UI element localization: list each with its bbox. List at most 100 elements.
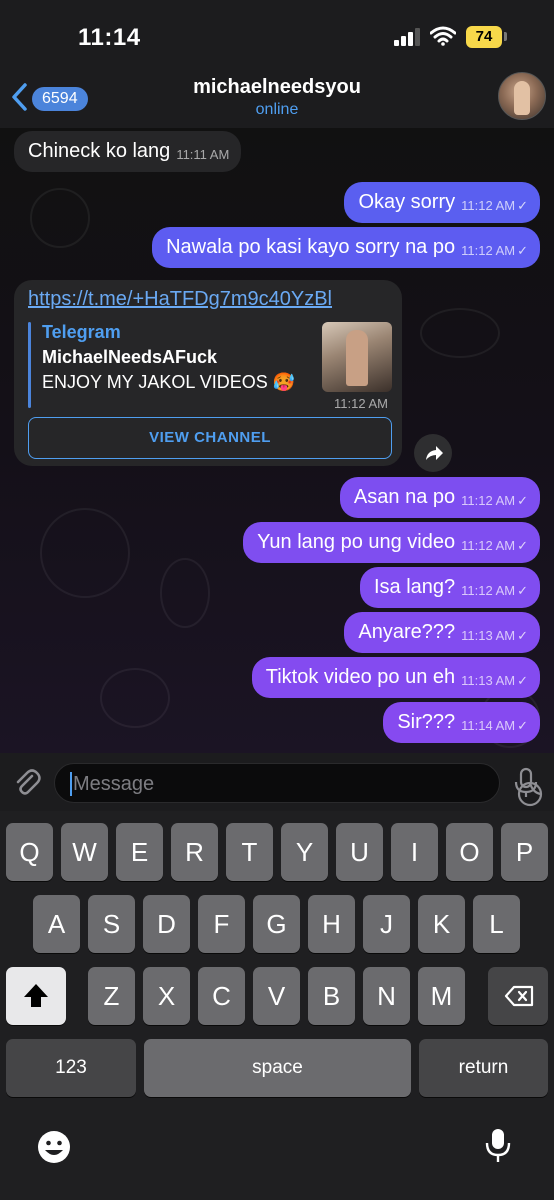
- key-t[interactable]: T: [226, 823, 273, 881]
- key-z[interactable]: Z: [88, 967, 135, 1025]
- message-bubble-outgoing[interactable]: Asan na po 11:12 AM ✓: [339, 477, 540, 518]
- message-time: 11:12 AM: [334, 396, 388, 411]
- message-input[interactable]: Message: [54, 763, 543, 807]
- message-bubble-outgoing[interactable]: Nawala po kasi kayo sorry na po 11:12 AM ✓: [152, 227, 540, 268]
- shift-arrow-icon: [24, 984, 48, 1007]
- preview-description: ENJOY MY JAKOL VIDEOS 🥵: [42, 372, 296, 392]
- microphone-icon[interactable]: [512, 767, 540, 799]
- background-doodle: [420, 308, 500, 358]
- message-text: Asan na po: [353, 486, 456, 508]
- background-doodle: [40, 508, 130, 598]
- shift-key[interactable]: [6, 967, 66, 1025]
- key-v[interactable]: V: [253, 967, 300, 1025]
- key-e[interactable]: E: [116, 823, 163, 881]
- backspace-key[interactable]: [488, 967, 548, 1025]
- message-bubble-outgoing[interactable]: Sir??? 11:14 AM ✓: [383, 702, 540, 743]
- message-text: Sir???: [397, 711, 456, 733]
- preview-site-name: Telegram: [42, 322, 121, 342]
- message-input-bar: Message: [0, 753, 554, 811]
- key-c[interactable]: C: [198, 967, 245, 1025]
- online-status: online: [255, 101, 299, 118]
- message-time: 11:12 AM: [461, 583, 516, 598]
- key-k[interactable]: K: [418, 895, 465, 953]
- emoji-icon[interactable]: [36, 1129, 72, 1165]
- message-time: 11:12 AM: [461, 198, 516, 213]
- message-bubble-outgoing[interactable]: Okay sorry 11:12 AM ✓: [344, 182, 540, 223]
- key-i[interactable]: I: [391, 823, 438, 881]
- preview-accent-bar: [28, 322, 31, 408]
- key-p[interactable]: P: [501, 823, 548, 881]
- message-text: Nawala po kasi kayo sorry na po: [166, 236, 456, 258]
- key-f[interactable]: F: [198, 895, 245, 953]
- key-o[interactable]: O: [446, 823, 493, 881]
- message-time: 11:12 AM: [461, 243, 516, 258]
- numbers-key[interactable]: 123: [6, 1039, 136, 1097]
- return-key[interactable]: return: [419, 1039, 548, 1097]
- battery-indicator: 74: [466, 26, 502, 48]
- text-caret: [70, 772, 72, 796]
- dictation-microphone-icon[interactable]: [484, 1127, 512, 1165]
- chat-area[interactable]: Chineck ko lang 11:11 AM Okay sorry 11:12 …: [0, 128, 554, 753]
- read-check-icon: ✓: [517, 628, 528, 643]
- read-check-icon: ✓: [517, 198, 528, 213]
- key-d[interactable]: D: [143, 895, 190, 953]
- message-text: Anyare???: [358, 621, 456, 643]
- message-text: Isa lang?: [373, 576, 456, 598]
- view-channel-button[interactable]: VIEW CHANNEL: [28, 417, 392, 459]
- battery-tip: [504, 32, 507, 41]
- background-doodle: [160, 558, 210, 628]
- message-time: 11:14 AM: [461, 718, 516, 733]
- background-doodle: [30, 188, 90, 248]
- preview-thumbnail[interactable]: [322, 322, 392, 392]
- paperclip-icon[interactable]: [12, 767, 42, 797]
- key-r[interactable]: R: [171, 823, 218, 881]
- read-check-icon: ✓: [517, 718, 528, 733]
- message-time: 11:11 AM: [176, 147, 230, 162]
- message-link[interactable]: https://t.me/+HaTFDg7m9c40YzBl: [28, 288, 332, 311]
- read-check-icon: ✓: [517, 673, 528, 688]
- status-time: 11:14: [78, 24, 141, 51]
- read-check-icon: ✓: [517, 243, 528, 258]
- message-bubble-outgoing[interactable]: Isa lang? 11:12 AM ✓: [359, 567, 540, 608]
- key-u[interactable]: U: [336, 823, 383, 881]
- avatar[interactable]: [498, 72, 546, 120]
- key-y[interactable]: Y: [281, 823, 328, 881]
- message-bubble-incoming[interactable]: Chineck ko lang 11:11 AM: [14, 131, 242, 172]
- message-bubble-outgoing[interactable]: Anyare??? 11:13 AM ✓: [344, 612, 540, 653]
- key-a[interactable]: A: [33, 895, 80, 953]
- cellular-signal-icon: [394, 28, 420, 46]
- message-time: 11:12 AM: [461, 493, 516, 508]
- read-check-icon: ✓: [517, 493, 528, 508]
- key-w[interactable]: W: [61, 823, 108, 881]
- key-h[interactable]: H: [308, 895, 355, 953]
- key-l[interactable]: L: [473, 895, 520, 953]
- read-check-icon: ✓: [517, 538, 528, 553]
- message-text: Yun lang po ung video: [257, 531, 456, 553]
- chat-header: 6594 michaelneedsyou online: [0, 70, 554, 128]
- message-placeholder: Message: [73, 773, 155, 795]
- status-bar: 11:14 74: [0, 0, 554, 70]
- read-check-icon: ✓: [517, 583, 528, 598]
- chat-title[interactable]: michaelneedsyou: [0, 76, 554, 99]
- share-button[interactable]: [414, 434, 452, 472]
- message-text: Okay sorry: [358, 191, 456, 213]
- key-x[interactable]: X: [143, 967, 190, 1025]
- key-m[interactable]: M: [418, 967, 465, 1025]
- message-time: 11:13 AM: [461, 628, 516, 643]
- share-arrow-icon: [426, 446, 443, 460]
- key-q[interactable]: Q: [6, 823, 53, 881]
- message-bubble-outgoing[interactable]: Yun lang po ung video 11:12 AM ✓: [243, 522, 540, 563]
- message-text: Chineck ko lang: [28, 140, 171, 162]
- background-doodle: [100, 668, 170, 728]
- key-j[interactable]: J: [363, 895, 410, 953]
- key-n[interactable]: N: [363, 967, 410, 1025]
- key-s[interactable]: S: [88, 895, 135, 953]
- space-key[interactable]: space: [144, 1039, 411, 1097]
- link-preview-message[interactable]: https://t.me/+HaTFDg7m9c40YzBl Telegram …: [14, 280, 402, 466]
- message-time: 11:12 AM: [461, 538, 516, 553]
- keyboard: Q W E R T Y U I O P A S D F G H J K L Z …: [0, 811, 554, 1200]
- key-g[interactable]: G: [253, 895, 300, 953]
- key-b[interactable]: B: [308, 967, 355, 1025]
- message-bubble-outgoing[interactable]: Tiktok video po un eh 11:13 AM ✓: [251, 657, 540, 698]
- backspace-icon: [504, 985, 534, 1007]
